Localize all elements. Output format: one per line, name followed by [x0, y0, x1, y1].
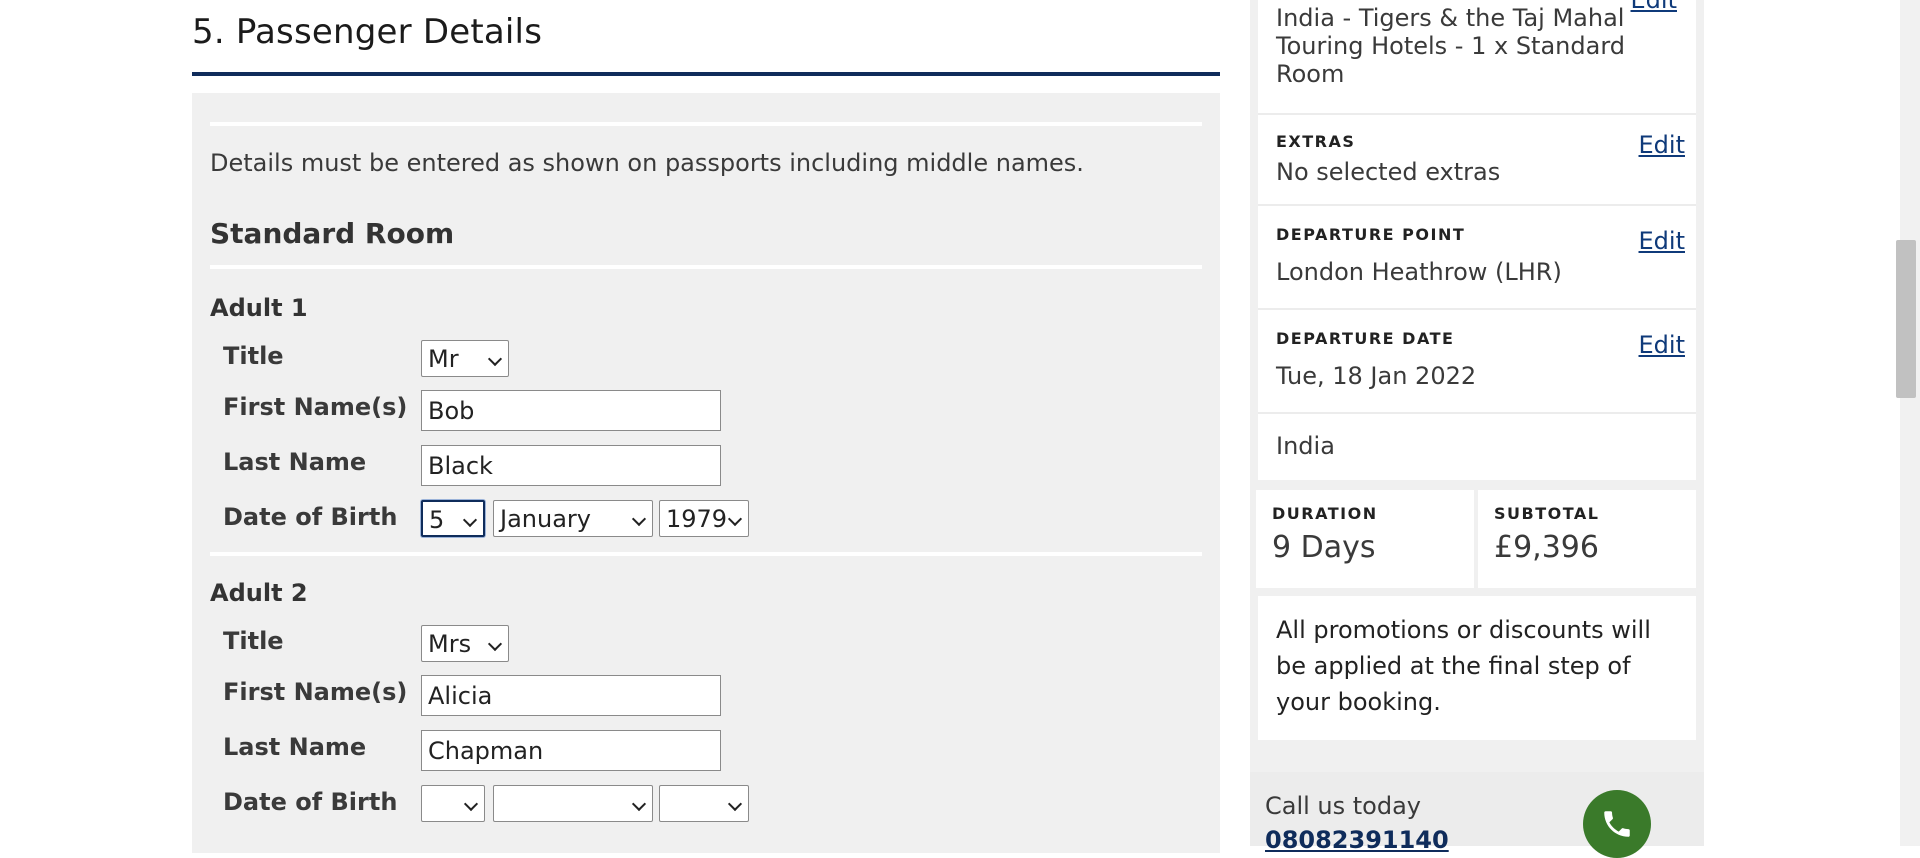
call-us-box: Call us today 08082391140: [1250, 772, 1704, 858]
promo-text: All promotions or discounts will be appl…: [1276, 616, 1651, 716]
chevron-down-icon: [631, 796, 647, 812]
edit-extras-link[interactable]: Edit: [1639, 131, 1685, 159]
adult-2-dob-year-select[interactable]: [659, 785, 749, 822]
adult-1-heading: Adult 1: [210, 294, 308, 322]
adult-2-title-select[interactable]: Mrs: [421, 625, 509, 662]
chevron-down-icon: [487, 636, 503, 652]
adult-1-title-label: Title: [223, 342, 284, 370]
adult-1-title-value: Mr: [428, 345, 459, 373]
adult-1-dob-month-select[interactable]: January: [493, 500, 653, 537]
subtotal-cell: SUBTOTAL £9,396: [1478, 490, 1696, 588]
divider: [210, 552, 1202, 556]
adult-1-dob-year-value: 1979: [666, 505, 728, 533]
adult-1-dob-year-select[interactable]: 1979: [659, 500, 749, 537]
scrollbar-thumb[interactable]: [1896, 240, 1916, 398]
departure-date-label: DEPARTURE DATE: [1276, 329, 1455, 348]
booking-summary-sidebar: Edit India - Tigers & the Taj Mahal Tour…: [1250, 0, 1704, 858]
adult-1-last-name-label: Last Name: [223, 448, 367, 476]
chevron-down-icon: [462, 512, 478, 528]
section-title: 5. Passenger Details: [192, 12, 543, 52]
destination-value: India: [1276, 432, 1335, 460]
adult-2-heading: Adult 2: [210, 579, 308, 607]
passport-note: Details must be entered as shown on pass…: [210, 149, 1084, 177]
subtotal-value: £9,396: [1494, 530, 1599, 565]
adult-2-title-label: Title: [223, 627, 284, 655]
adult-1-first-name-input[interactable]: Bob: [421, 390, 721, 431]
divider: [210, 122, 1202, 126]
call-button[interactable]: [1583, 790, 1651, 858]
adult-2-first-name-input[interactable]: Alicia: [421, 675, 721, 716]
adult-2-dob-month-select[interactable]: [493, 785, 653, 822]
section-title-rule: [192, 72, 1220, 76]
adult-1-title-select[interactable]: Mr: [421, 340, 509, 377]
chevron-down-icon: [727, 796, 743, 812]
adult-1-dob-day-select[interactable]: 5: [421, 500, 485, 537]
departure-point-label: DEPARTURE POINT: [1276, 225, 1466, 244]
duration-label: DURATION: [1272, 504, 1378, 523]
adult-2-title-value: Mrs: [428, 630, 472, 658]
adult-2-last-name-label: Last Name: [223, 733, 367, 761]
divider: [1258, 204, 1696, 206]
edit-departure-date-link[interactable]: Edit: [1639, 331, 1685, 359]
departure-point-value: London Heathrow (LHR): [1276, 258, 1562, 286]
adult-1-dob-month-value: January: [500, 505, 591, 533]
adult-1-first-name-label: First Name(s): [223, 393, 408, 421]
adult-2-first-name-label: First Name(s): [223, 678, 408, 706]
room-title: Standard Room: [210, 217, 455, 250]
subtotal-label: SUBTOTAL: [1494, 504, 1600, 523]
edit-hotel-link[interactable]: Edit: [1631, 0, 1677, 14]
adult-2-dob-day-select[interactable]: [421, 785, 485, 822]
edit-departure-point-link[interactable]: Edit: [1639, 227, 1685, 255]
duration-cell: DURATION 9 Days: [1256, 490, 1474, 588]
divider: [1258, 412, 1696, 414]
duration-value: 9 Days: [1272, 530, 1376, 565]
divider: [1258, 308, 1696, 310]
adult-2-last-name-input[interactable]: Chapman: [421, 730, 721, 771]
chevron-down-icon: [727, 511, 743, 527]
adult-2-dob-label: Date of Birth: [223, 788, 398, 816]
divider: [1258, 113, 1696, 115]
extras-label: EXTRAS: [1276, 132, 1356, 151]
chevron-down-icon: [487, 351, 503, 367]
chevron-down-icon: [631, 511, 647, 527]
hotel-summary: India - Tigers & the Taj Mahal Touring H…: [1276, 4, 1625, 88]
scrollbar-track[interactable]: [1900, 0, 1920, 846]
divider: [210, 265, 1202, 269]
adult-1-last-name-input[interactable]: Black: [421, 445, 721, 486]
promo-card: All promotions or discounts will be appl…: [1258, 596, 1696, 740]
phone-number-link[interactable]: 08082391140: [1265, 826, 1449, 854]
passenger-details-panel: Details must be entered as shown on pass…: [192, 93, 1220, 853]
chevron-down-icon: [463, 796, 479, 812]
extras-value: No selected extras: [1276, 158, 1501, 186]
adult-1-dob-label: Date of Birth: [223, 503, 398, 531]
phone-icon: [1604, 811, 1630, 837]
adult-1-dob-day-value: 5: [429, 506, 445, 534]
departure-date-value: Tue, 18 Jan 2022: [1276, 362, 1477, 390]
call-us-label: Call us today: [1265, 792, 1422, 820]
